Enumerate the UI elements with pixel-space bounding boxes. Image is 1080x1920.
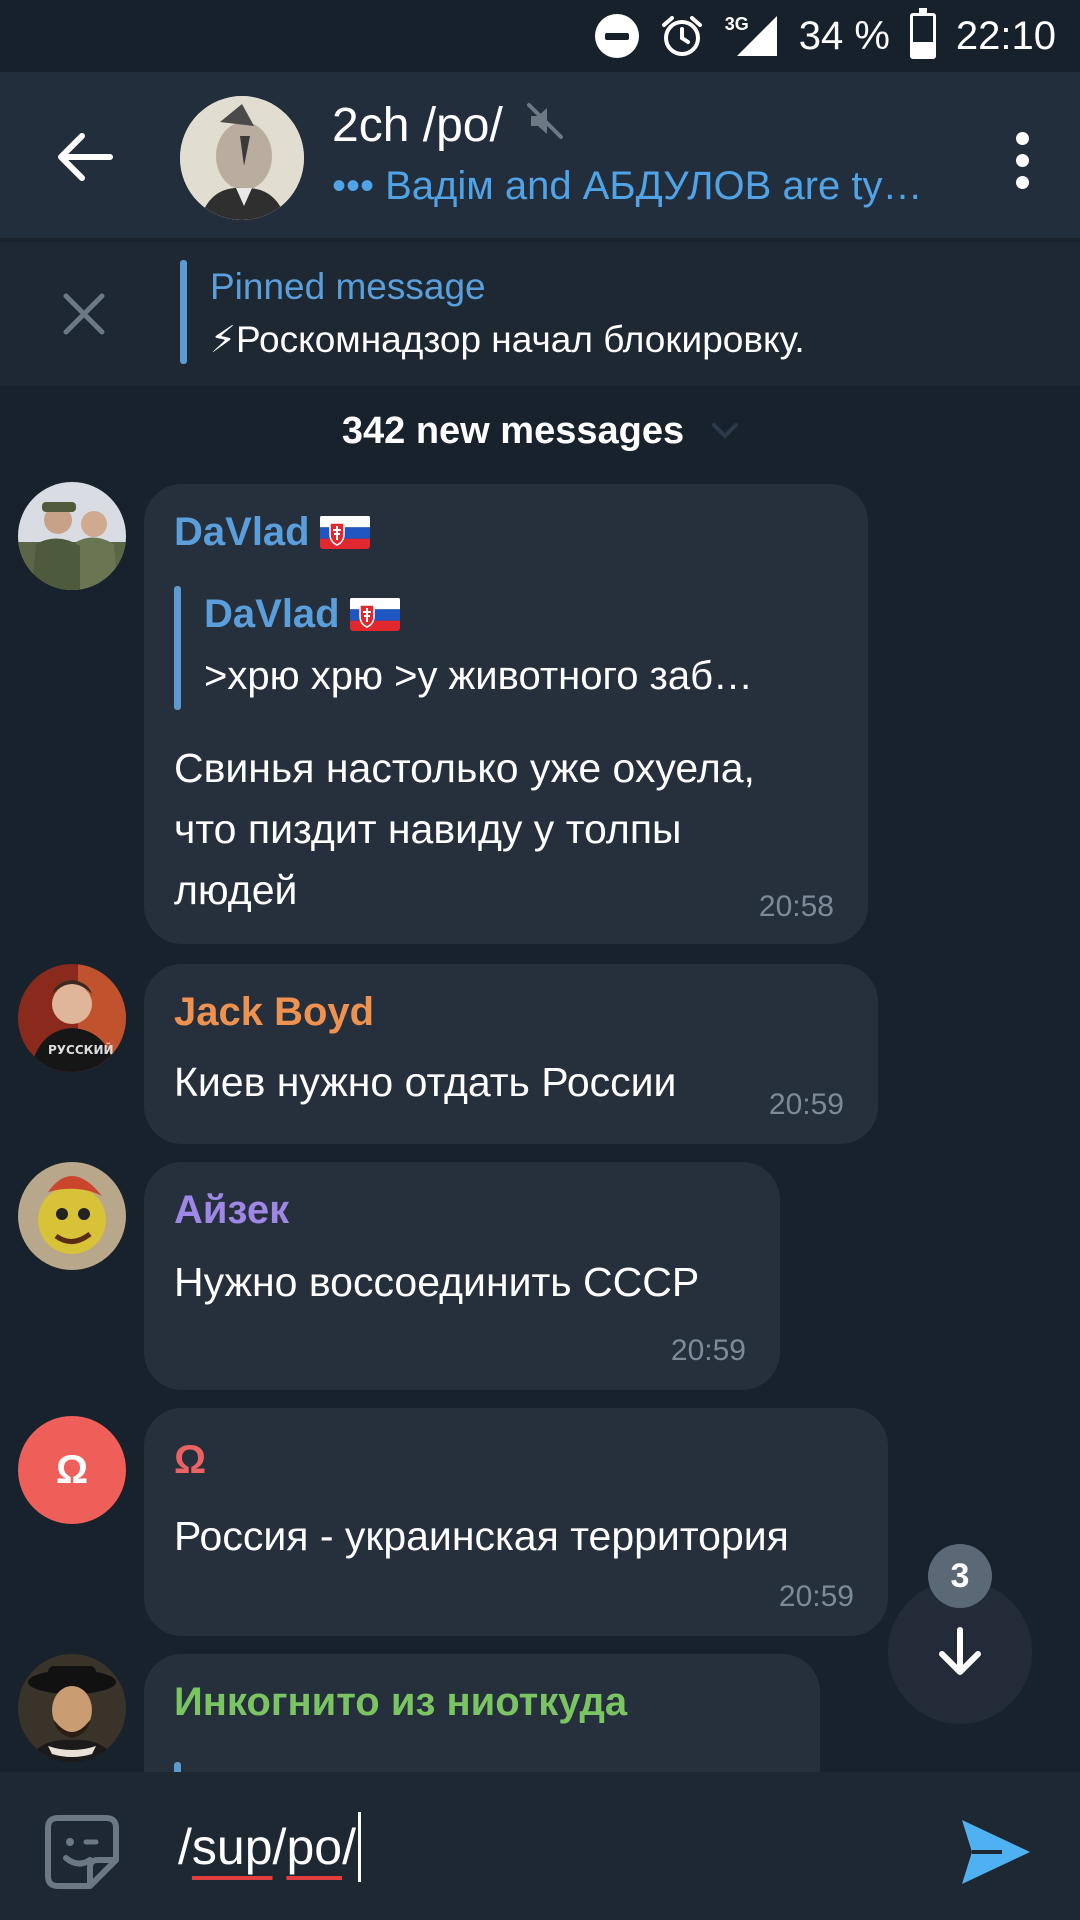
sender-name: Jack Boyd (174, 990, 375, 1034)
typing-status: ••• Вадім and АБДУЛОВ are ty… (332, 164, 923, 208)
message-time: 20:59 (670, 1334, 746, 1367)
alarm-icon (659, 13, 705, 59)
arrow-down-icon (939, 1627, 981, 1675)
reply-accent-bar (174, 586, 181, 710)
reply-accent-bar (174, 1762, 181, 1772)
new-messages-divider: 342 new messages (0, 400, 1080, 462)
message-bubble[interactable]: Инкогнито из ниоткуда (144, 1654, 820, 1772)
reply-sender-text: DaVlad (204, 592, 340, 636)
more-vertical-icon[interactable] (1010, 132, 1034, 192)
sticker-icon[interactable] (44, 1814, 120, 1890)
chat-avatar[interactable] (180, 96, 304, 220)
message-bubble[interactable]: DaVlad DaVlad >хрю хрю >у животного заб…… (144, 484, 868, 944)
flag-icon (319, 515, 370, 549)
input-text-misspelled: sup (191, 1819, 273, 1875)
svg-text:РУССКИЙ: РУССКИЙ (48, 1042, 114, 1057)
reply-sender: DaVlad (204, 592, 400, 637)
network-type: 3G (724, 13, 749, 34)
muted-speaker-icon (525, 98, 565, 153)
battery-icon (909, 8, 936, 59)
message-text: Нужно воссоединить СССР (174, 1259, 700, 1305)
message-time: 20:58 (758, 890, 834, 923)
message-composer: / sup / po / (0, 1772, 1080, 1920)
unread-count-badge: 3 (928, 1544, 992, 1608)
message-text: Киев нужно отдать России (174, 1059, 677, 1105)
avatar-aizek[interactable] (18, 1162, 126, 1270)
sender-name: Айзек (174, 1188, 290, 1232)
close-icon[interactable] (60, 290, 108, 338)
avatar-davlad[interactable] (18, 482, 126, 590)
chat-title-text: 2ch /po/ (332, 99, 503, 152)
avatar-jack-boyd[interactable]: РУССКИЙ (18, 964, 126, 1072)
chat-title[interactable]: 2ch /po/ (332, 98, 565, 153)
chevron-down-icon (712, 423, 739, 439)
input-text: / (272, 1819, 287, 1875)
pinned-message-bar[interactable]: Pinned message ⚡Роскомнадзор начал блоки… (0, 242, 1080, 386)
pinned-accent-bar (180, 260, 187, 364)
sender-name: Ω (174, 1438, 207, 1482)
back-arrow-icon[interactable] (50, 122, 120, 192)
chat-header: 2ch /po/ ••• Вадім and АБДУЛОВ are ty… (0, 72, 1080, 240)
signal-icon: 3G (725, 14, 779, 58)
text-caret (357, 1812, 361, 1882)
input-text: / (178, 1819, 192, 1875)
message-input[interactable]: / sup / po / (178, 1802, 778, 1892)
pinned-text: ⚡Роскомнадзор начал блокировку. (210, 319, 805, 360)
message-text: Свинья настолько уже охуела, что пиздит … (174, 738, 755, 921)
message-bubble[interactable]: Ω Россия - украинская территория 20:59 (144, 1408, 888, 1636)
sender-name-text: DaVlad (174, 510, 310, 554)
new-messages-label: 342 new messages (341, 409, 685, 452)
clock: 22:10 (955, 13, 1056, 58)
message-time: 20:59 (768, 1088, 844, 1121)
message-bubble[interactable]: Айзек Нужно воссоединить СССР 20:59 (144, 1162, 780, 1390)
input-text: / (342, 1819, 356, 1875)
flag-icon (349, 597, 400, 631)
do-not-disturb-icon (594, 14, 639, 58)
status-bar: 3G 34 % 22:10 (0, 0, 1080, 72)
send-icon[interactable] (958, 1814, 1034, 1890)
pinned-label: Pinned message (210, 266, 486, 307)
message-line: Свинья настолько уже охуела, (174, 745, 755, 791)
message-time: 20:59 (778, 1580, 854, 1613)
input-text-misspelled: po (286, 1819, 343, 1875)
message-bubble[interactable]: Jack Boyd Киев нужно отдать России 20:59 (144, 964, 878, 1144)
message-line: что пиздит навиду у толпы (174, 806, 682, 852)
message-line: людей (174, 867, 298, 913)
sender-name: Инкогнито из ниоткуда (174, 1680, 628, 1724)
avatar-omega[interactable]: Ω (18, 1416, 126, 1524)
sender-name: DaVlad (174, 510, 370, 555)
message-text: Россия - украинская территория (174, 1513, 789, 1559)
battery-percent: 34 % (798, 13, 890, 58)
reply-text: >хрю хрю >у животного заб… (204, 654, 754, 698)
